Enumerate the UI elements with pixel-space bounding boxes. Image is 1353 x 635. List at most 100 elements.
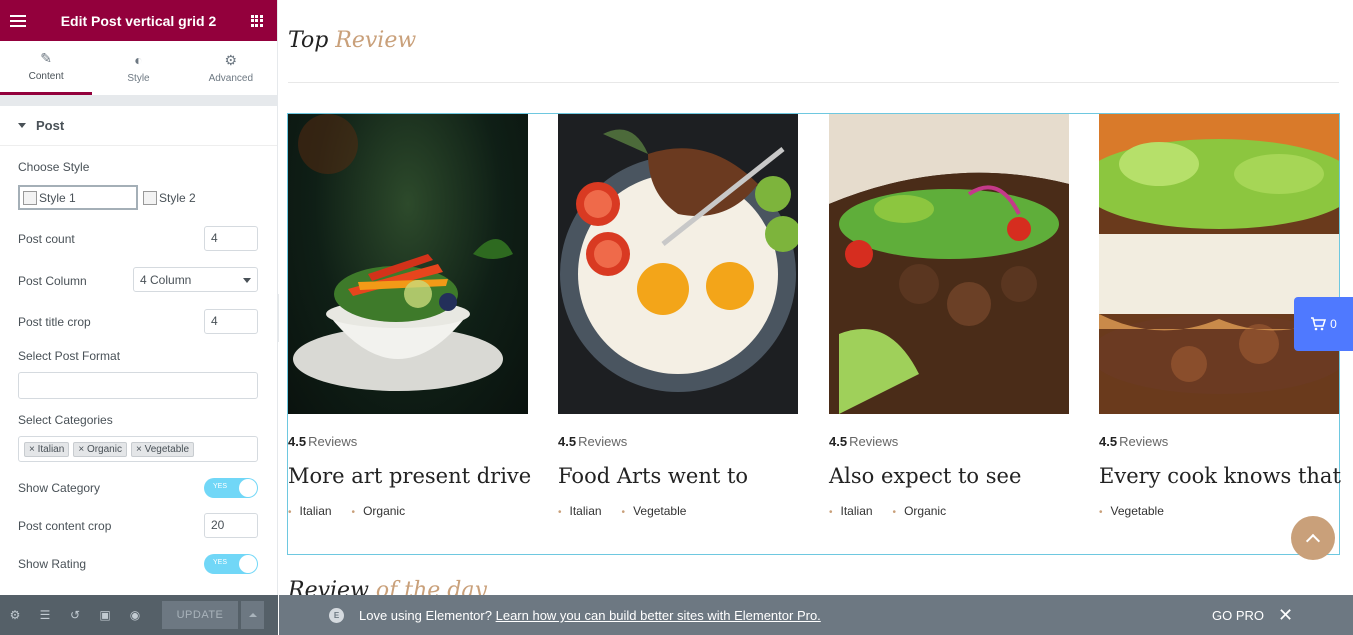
post-card[interactable]: 4.5Reviews Food Arts went to Italian Veg… <box>558 114 798 518</box>
category-tag[interactable]: × Vegetable <box>130 441 195 457</box>
broken-image-icon <box>143 190 157 205</box>
toggle-yes-text: YES <box>213 483 228 490</box>
preview-eye-icon[interactable]: ◉ <box>128 608 142 622</box>
section-post-header[interactable]: Post <box>0 106 277 146</box>
category-link[interactable]: Organic <box>352 504 405 518</box>
wrap-image <box>829 114 1069 414</box>
post-count-input[interactable]: 4 <box>204 226 258 251</box>
category-tag[interactable]: × Organic <box>73 441 127 457</box>
post-format-input[interactable] <box>18 372 258 399</box>
widgets-grid-icon[interactable] <box>250 14 263 27</box>
show-category-label: Show Category <box>18 481 101 495</box>
tab-content[interactable]: ✎ Content <box>0 41 93 95</box>
category-link[interactable]: Italian <box>288 504 332 518</box>
post-rating: 4.5 Reviews <box>558 434 628 449</box>
post-column-select[interactable]: 4 Column <box>133 267 258 292</box>
post-card[interactable]: 4.5Reviews Every cook knows that Vegetab… <box>1099 114 1341 518</box>
panel-footer: ⚙ ☰ ↺ ▣ ◉ UPDATE <box>0 595 278 635</box>
style-option-1-label: Style 1 <box>39 190 76 205</box>
post-categories: Italian Organic <box>288 504 406 518</box>
post-card[interactable]: 4.5Reviews More art present drive Italia… <box>288 114 531 518</box>
editor-panel: Edit Post vertical grid 2 ✎ Content ◐ St… <box>0 0 278 635</box>
post-title-crop-input[interactable]: 4 <box>204 309 258 334</box>
post-title[interactable]: More art present drive <box>288 464 531 488</box>
half-circle-icon: ◐ <box>134 51 143 68</box>
post-thumbnail[interactable] <box>558 114 798 414</box>
heading-part1: Top <box>288 28 329 53</box>
post-title[interactable]: Food Arts went to <box>558 464 748 488</box>
tab-advanced[interactable]: ⚙ Advanced <box>185 41 277 95</box>
panel-title: Edit Post vertical grid 2 <box>60 12 217 29</box>
pencil-icon: ✎ <box>40 50 53 66</box>
tab-style[interactable]: ◐ Style <box>92 41 184 95</box>
style-option-2[interactable]: Style 2 <box>143 185 196 210</box>
post-rating: 4.5 Reviews <box>829 434 899 449</box>
post-title[interactable]: Also expect to see <box>829 464 1021 488</box>
show-rating-toggle[interactable]: YES <box>204 554 258 574</box>
post-vertical-grid[interactable]: 4.5Reviews More art present drive Italia… <box>287 113 1341 555</box>
tab-style-label: Style <box>127 72 150 84</box>
settings-icon[interactable]: ⚙ <box>8 608 22 622</box>
post-categories: Vegetable <box>1099 504 1164 518</box>
post-count-label: Post count <box>18 232 75 246</box>
toggle-yes-text: YES <box>213 559 228 566</box>
post-format-label: Select Post Format <box>18 349 121 363</box>
post-content-crop-input[interactable]: 20 <box>204 513 258 538</box>
post-content-crop-label: Post content crop <box>18 519 112 533</box>
tab-content-label: Content <box>28 71 64 82</box>
show-category-toggle[interactable]: YES <box>204 478 258 498</box>
update-button[interactable]: UPDATE <box>162 601 238 629</box>
heading-part1: Review <box>288 578 369 595</box>
show-rating-label: Show Rating <box>18 557 87 571</box>
toggle-knob <box>239 479 257 497</box>
category-link[interactable]: Vegetable <box>1099 504 1164 518</box>
go-pro-link[interactable]: GO PRO <box>1212 608 1264 623</box>
post-rating: 4.5 Reviews <box>288 434 358 449</box>
category-link[interactable]: Vegetable <box>622 504 686 518</box>
promo-link[interactable]: Learn how you can build better sites wit… <box>496 608 821 623</box>
category-link[interactable]: Italian <box>558 504 602 518</box>
post-thumbnail[interactable] <box>829 114 1069 414</box>
panel-tabs: ✎ Content ◐ Style ⚙ Advanced <box>0 41 277 96</box>
style-option-1[interactable]: Style 1 <box>18 185 138 210</box>
promo-message: Love using Elementor? Learn how you can … <box>359 608 821 623</box>
close-icon[interactable]: ✕ <box>1278 605 1293 626</box>
scroll-to-top-button[interactable] <box>1291 516 1335 560</box>
menu-icon[interactable] <box>10 14 26 27</box>
promo-text: Love using Elementor? <box>359 608 492 623</box>
post-rating: 4.5 Reviews <box>1099 434 1169 449</box>
gear-icon: ⚙ <box>224 51 238 68</box>
post-title[interactable]: Every cook knows that <box>1099 464 1341 488</box>
chevron-up-icon <box>1305 533 1321 548</box>
elementor-logo-icon: E <box>329 608 344 623</box>
post-card[interactable]: 4.5Reviews Also expect to see Italian Or… <box>829 114 1069 518</box>
update-options-button[interactable] <box>240 601 264 629</box>
caret-up-icon <box>248 613 257 617</box>
cart-button[interactable]: 0 <box>1294 297 1353 351</box>
panel-header: Edit Post vertical grid 2 <box>0 0 277 41</box>
salad-bowl-image <box>293 114 513 391</box>
category-tag[interactable]: × Italian <box>24 441 70 457</box>
responsive-icon[interactable]: ▣ <box>98 608 112 622</box>
tab-advanced-label: Advanced <box>208 72 254 84</box>
cart-icon <box>1311 317 1327 331</box>
post-thumbnail[interactable] <box>1099 114 1339 414</box>
post-categories: Italian Organic <box>829 504 947 518</box>
category-link[interactable]: Organic <box>893 504 946 518</box>
post-thumbnail[interactable] <box>288 114 528 414</box>
post-column-value: 4 Column <box>140 273 192 287</box>
layers-icon[interactable]: ☰ <box>38 608 52 622</box>
preview-canvas: Top Review 4.5 Reviews More art present … <box>279 0 1353 595</box>
broken-image-icon <box>23 190 37 205</box>
section-title: Post <box>36 118 65 133</box>
cart-count: 0 <box>1330 317 1337 331</box>
categories-label: Select Categories <box>18 413 113 427</box>
review-of-the-day-heading: Review of the day <box>288 578 487 595</box>
history-icon[interactable]: ↺ <box>68 608 82 622</box>
categories-input[interactable]: × Italian × Organic × Vegetable <box>18 436 258 462</box>
post-categories: Italian Vegetable <box>558 504 687 518</box>
post-column-label: Post Column <box>18 274 87 288</box>
promo-bar: E Love using Elementor? Learn how you ca… <box>279 595 1353 635</box>
heading-part2: of the day <box>375 578 487 595</box>
category-link[interactable]: Italian <box>829 504 873 518</box>
